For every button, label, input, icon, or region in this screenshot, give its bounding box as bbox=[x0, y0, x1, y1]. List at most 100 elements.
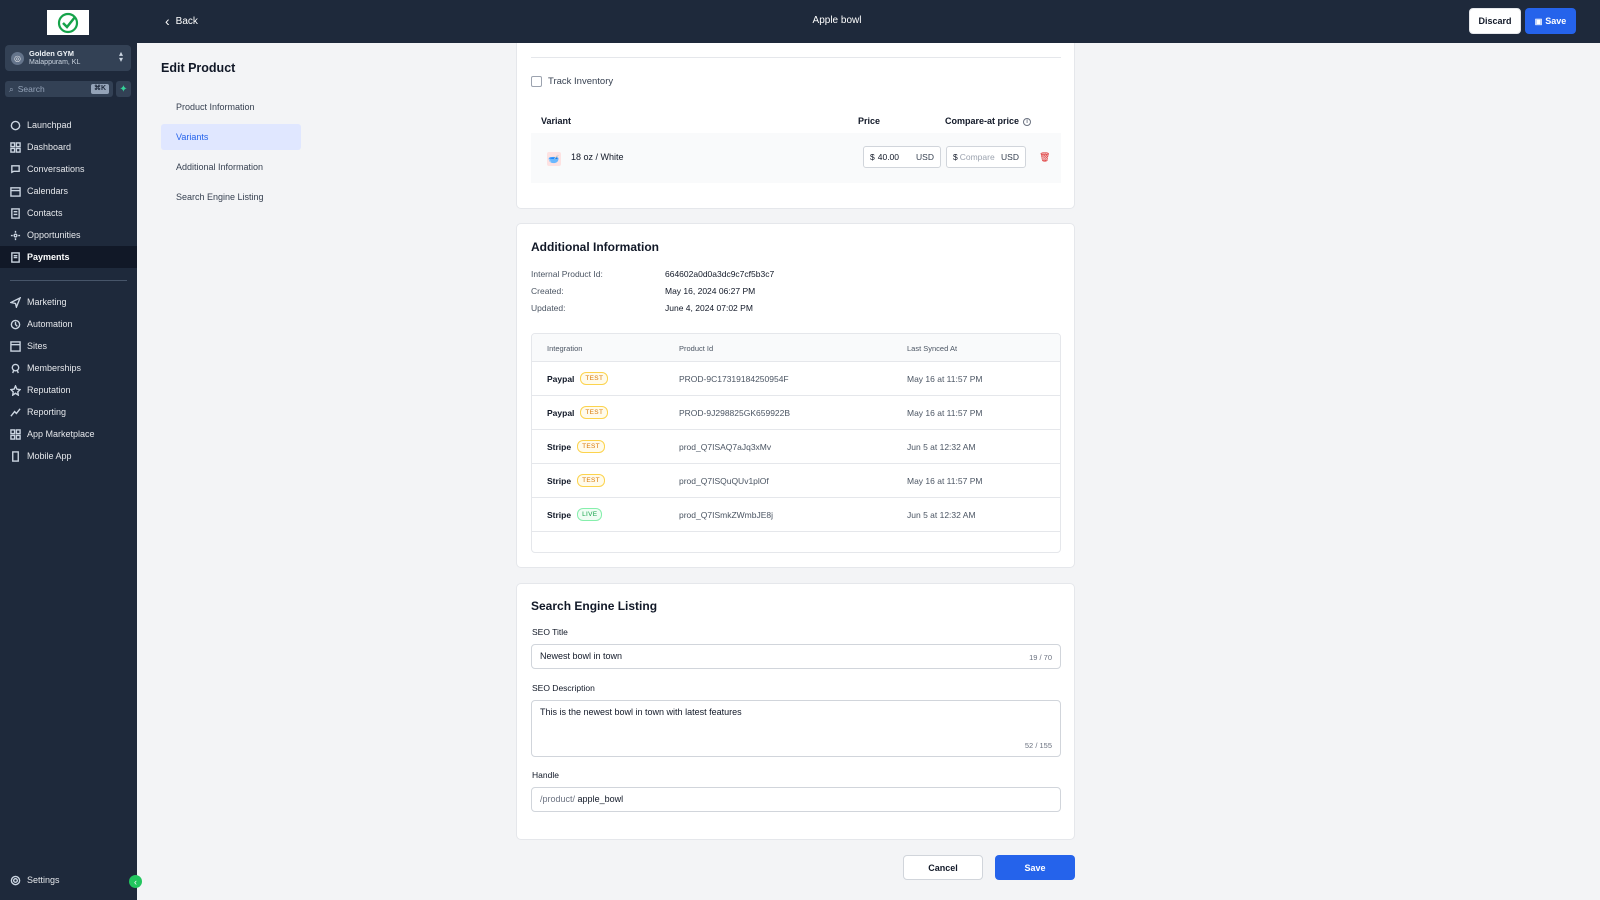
test-badge: TEST bbox=[577, 474, 605, 487]
handle-input[interactable]: /product/ apple_bowl bbox=[531, 787, 1061, 812]
page-header-title: Apple bowl bbox=[812, 15, 862, 26]
sidebar-item-label: Automation bbox=[27, 319, 73, 329]
sidebar-item-app-marketplace[interactable]: App Marketplace bbox=[0, 423, 137, 445]
last-synced-header: Last Synced At bbox=[907, 344, 958, 353]
save-button-bottom[interactable]: Save bbox=[995, 855, 1075, 880]
last-synced-cell: May 16 at 11:57 PM bbox=[907, 476, 983, 486]
seo-title-label: SEO Title bbox=[532, 627, 568, 637]
award-icon bbox=[10, 363, 21, 374]
cancel-button[interactable]: Cancel bbox=[903, 855, 983, 880]
price-prefix: $ bbox=[870, 152, 875, 162]
checkmark-logo-icon bbox=[57, 12, 79, 33]
sidebar-item-opportunities[interactable]: Opportunities bbox=[0, 224, 137, 246]
seo-description-counter: 52 / 155 bbox=[1024, 741, 1052, 750]
seo-description-value: This is the newest bowl in town with lat… bbox=[540, 707, 742, 717]
seo-title-input[interactable]: Newest bowl in town 19 / 70 bbox=[531, 644, 1061, 669]
sidebar-item-reputation[interactable]: Reputation bbox=[0, 379, 137, 401]
account-switcher[interactable]: ◎ Golden GYM Malappuram, KL ▴ ▾ bbox=[5, 45, 131, 71]
test-badge: TEST bbox=[580, 372, 609, 385]
sidebar-item-label: Sites bbox=[27, 341, 48, 351]
sidebar-item-mobile-app[interactable]: Mobile App bbox=[0, 445, 137, 467]
sidebar-item-calendars[interactable]: Calendars bbox=[0, 180, 137, 202]
company-logo[interactable] bbox=[47, 10, 89, 35]
sidebar-item-label: Calendars bbox=[27, 186, 69, 196]
discard-button[interactable]: Discard bbox=[1469, 8, 1521, 34]
compare-prefix: $ bbox=[953, 152, 958, 162]
table-row: Stripe TEST prod_Q7ISAQ7aJq3xMv Jun 5 at… bbox=[532, 430, 1060, 464]
account-icon: ◎ bbox=[11, 51, 24, 65]
delete-variant-icon[interactable]: 🗑 bbox=[1039, 152, 1050, 163]
compare-price-column-header: Compare-at price i bbox=[945, 116, 1032, 126]
variant-thumbnail: 🥣 bbox=[547, 152, 561, 166]
last-synced-cell: Jun 5 at 12:32 AM bbox=[907, 510, 976, 520]
sidebar-item-contacts[interactable]: Contacts bbox=[0, 202, 137, 224]
internal-id-label: Internal Product Id: bbox=[531, 269, 603, 279]
section-link-additional-information[interactable]: Additional Information bbox=[161, 154, 301, 180]
sidebar-item-dashboard[interactable]: Dashboard bbox=[0, 136, 137, 158]
send-icon bbox=[10, 296, 21, 308]
section-link-variants[interactable]: Variants bbox=[161, 124, 301, 150]
sidebar-item-label: Marketing bbox=[27, 297, 67, 307]
chevron-left-icon: ‹ bbox=[134, 876, 137, 887]
created-label: Created: bbox=[531, 286, 564, 296]
opportunities-icon bbox=[10, 230, 21, 241]
test-badge: TEST bbox=[580, 406, 609, 419]
search-input[interactable]: ⌕ Search ⌘K bbox=[5, 81, 113, 97]
sidebar-item-sites[interactable]: Sites bbox=[0, 335, 137, 357]
sidebar-item-launchpad[interactable]: Launchpad bbox=[0, 114, 137, 136]
integration-label: Stripe bbox=[547, 441, 572, 452]
sidebar-item-reporting[interactable]: Reporting bbox=[0, 401, 137, 423]
grid-icon bbox=[10, 141, 21, 153]
save-button[interactable]: ▣ Save bbox=[1525, 8, 1576, 34]
variants-card: Track Inventory Variant Price Compare-at… bbox=[516, 43, 1075, 209]
search-shortcut: ⌘K bbox=[90, 84, 109, 94]
track-inventory-checkbox[interactable] bbox=[531, 76, 542, 87]
table-row: Paypal TEST PROD-9J298825GK659922B May 1… bbox=[532, 396, 1060, 430]
table-header: Integration Product Id Last Synced At bbox=[532, 334, 1060, 362]
seo-description-label: SEO Description bbox=[532, 683, 595, 693]
star-icon bbox=[10, 384, 21, 396]
price-column-header: Price bbox=[858, 116, 881, 126]
sidebar-item-payments[interactable]: Payments bbox=[0, 246, 137, 268]
variant-name: 18 oz / White bbox=[571, 152, 624, 162]
chevron-updown-icon: ▴ ▾ bbox=[118, 49, 123, 64]
compare-currency: USD bbox=[1001, 152, 1019, 162]
sidebar-item-label: Reporting bbox=[27, 407, 67, 417]
variant-row: 🥣 18 oz / White $ 40.00 USD $ Compare US… bbox=[531, 133, 1061, 183]
rocket-icon bbox=[10, 120, 21, 131]
price-value: 40.00 bbox=[877, 152, 900, 162]
created-value: May 16, 2024 06:27 PM bbox=[665, 286, 756, 296]
table-row: Stripe LIVE prod_Q7ISmkZWmbJE8j Jun 5 at… bbox=[532, 498, 1060, 532]
sidebar-item-marketing[interactable]: Marketing bbox=[0, 291, 137, 313]
divider bbox=[531, 57, 1061, 58]
search-engine-listing-card: Search Engine Listing SEO Title Newest b… bbox=[516, 583, 1075, 840]
updated-value: June 4, 2024 07:02 PM bbox=[665, 303, 753, 313]
info-icon[interactable]: i bbox=[1023, 118, 1032, 126]
payments-icon bbox=[10, 251, 21, 263]
apps-icon bbox=[10, 428, 21, 440]
section-link-search-engine-listing[interactable]: Search Engine Listing bbox=[161, 184, 301, 210]
sidebar-item-memberships[interactable]: Memberships bbox=[0, 357, 137, 379]
sidebar-item-label: App Marketplace bbox=[27, 429, 95, 439]
sidebar-item-label: Opportunities bbox=[27, 230, 81, 240]
compare-price-input[interactable]: $ Compare USD bbox=[946, 146, 1026, 168]
collapse-sidebar-button[interactable]: ‹ bbox=[129, 875, 142, 888]
ai-sparkle-icon[interactable]: ✦ bbox=[116, 81, 131, 97]
section-link-product-information[interactable]: Product Information bbox=[161, 94, 301, 120]
table-row: Stripe TEST prod_Q7ISQuQUv1plOf May 16 a… bbox=[532, 464, 1060, 498]
sidebar-item-label: Settings bbox=[27, 875, 60, 885]
account-name: Golden GYM bbox=[29, 49, 74, 58]
integrations-table: Integration Product Id Last Synced At Pa… bbox=[531, 333, 1061, 553]
sidebar-item-settings[interactable]: Settings bbox=[0, 869, 137, 891]
live-badge: LIVE bbox=[577, 508, 603, 521]
sidebar-item-label: Launchpad bbox=[27, 120, 72, 130]
mobile-icon bbox=[10, 450, 21, 462]
sidebar-item-automation[interactable]: Automation bbox=[0, 313, 137, 335]
additional-info-title: Additional Information bbox=[531, 240, 659, 254]
sidebar-item-label: Payments bbox=[27, 252, 70, 262]
sidebar-item-conversations[interactable]: Conversations bbox=[0, 158, 137, 180]
trend-icon bbox=[10, 407, 21, 418]
price-input[interactable]: $ 40.00 USD bbox=[863, 146, 941, 168]
seo-description-textarea[interactable]: This is the newest bowl in town with lat… bbox=[531, 700, 1061, 757]
table-row: Paypal TEST PROD-9C17319184250954F May 1… bbox=[532, 362, 1060, 396]
